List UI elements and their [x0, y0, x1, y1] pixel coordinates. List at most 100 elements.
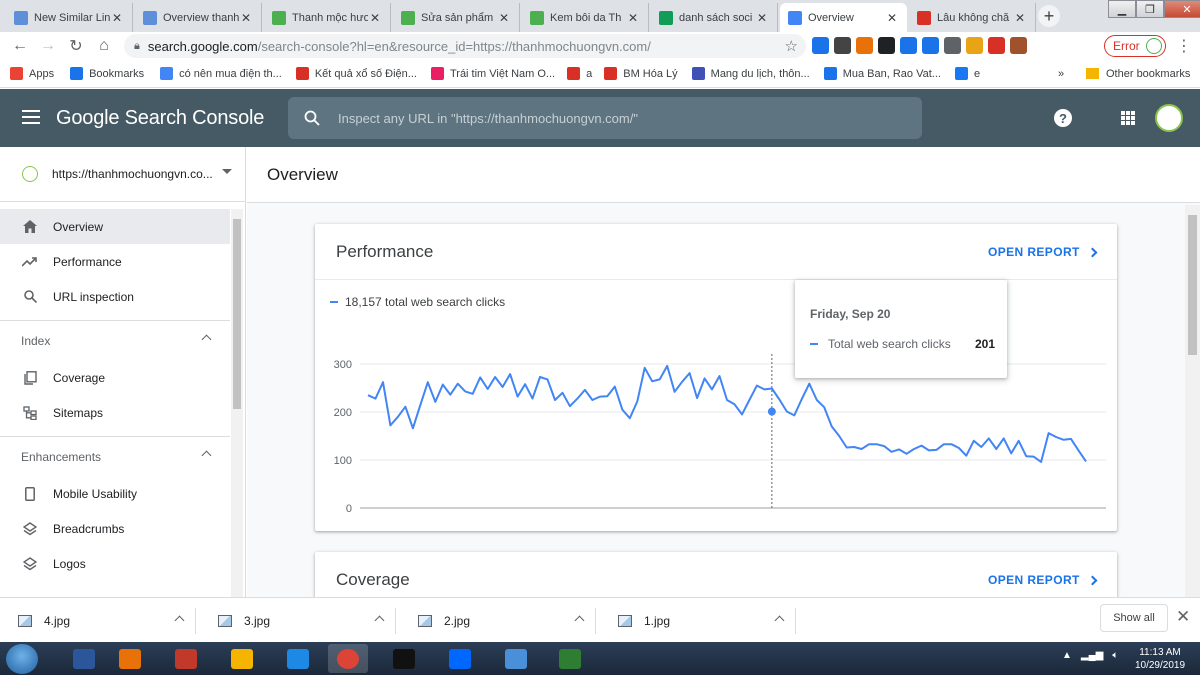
browser-tab[interactable]: New Similar Lin ✕: [6, 3, 133, 32]
tab-close-icon[interactable]: ✕: [110, 11, 124, 25]
tab-close-icon[interactable]: ✕: [368, 11, 382, 25]
download-item[interactable]: 4.jpg: [0, 608, 196, 634]
chrome-menu-icon[interactable]: ⋮: [1176, 36, 1192, 56]
url-inspect-input[interactable]: [338, 110, 898, 126]
new-tab-button[interactable]: +: [1038, 5, 1060, 27]
taskbar-app-icon[interactable]: [550, 644, 590, 673]
bookmark-item[interactable]: a: [567, 67, 592, 80]
open-report-link[interactable]: OPEN REPORT: [988, 573, 1098, 587]
taskbar-app-icon[interactable]: [110, 644, 150, 673]
sidebar-item-logos[interactable]: Logos: [0, 546, 230, 581]
taskbar-app-icon[interactable]: [384, 644, 424, 673]
sidebar-item-breadcrumbs[interactable]: Breadcrumbs: [0, 511, 230, 546]
address-bar[interactable]: 🔒︎ search.google.com /search-console?hl=…: [124, 34, 806, 58]
download-item[interactable]: 2.jpg: [400, 608, 596, 634]
extension-icon[interactable]: [988, 37, 1005, 54]
extension-icon[interactable]: [1010, 37, 1027, 54]
taskbar-app-icon[interactable]: [222, 644, 262, 673]
close-icon[interactable]: ✕: [1176, 607, 1190, 627]
browser-tab[interactable]: Lâu không chă ✕: [909, 3, 1036, 32]
tray-arrow-icon[interactable]: ▲: [1062, 650, 1072, 661]
taskbar-app-icon[interactable]: [328, 644, 368, 673]
extension-icon[interactable]: [922, 37, 939, 54]
bookmark-item[interactable]: Mua Ban, Rao Vat...: [823, 67, 941, 80]
sidebar-item-sitemaps[interactable]: Sitemaps: [0, 395, 230, 430]
system-clock[interactable]: 11:13 AM 10/29/2019: [1125, 646, 1195, 672]
tab-close-icon[interactable]: ✕: [755, 11, 769, 25]
sidebar-item-mobile-usability[interactable]: Mobile Usability: [0, 476, 230, 511]
sidebar-item-url-inspection[interactable]: URL inspection: [0, 279, 230, 314]
open-report-link[interactable]: OPEN REPORT: [988, 245, 1098, 259]
download-item[interactable]: 3.jpg: [200, 608, 396, 634]
chevron-up-icon[interactable]: [174, 615, 185, 626]
sidebar-scrollbar[interactable]: [231, 209, 243, 597]
url-inspect-search[interactable]: [288, 97, 922, 139]
chart-legend[interactable]: 18,157 total web search clicks: [330, 295, 505, 309]
download-item[interactable]: 1.jpg: [600, 608, 796, 634]
extension-icon[interactable]: [834, 37, 851, 54]
extension-icon[interactable]: [812, 37, 829, 54]
chevron-up-icon[interactable]: [374, 615, 385, 626]
taskbar-app-icon[interactable]: [496, 644, 536, 673]
browser-tab[interactable]: Sửa sản phẩm ✕: [393, 3, 520, 32]
taskbar-app-icon[interactable]: [278, 644, 318, 673]
extension-icon[interactable]: [966, 37, 983, 54]
bookmark-item[interactable]: BM Hóa Lý: [604, 67, 678, 80]
reload-icon[interactable]: ↻: [62, 36, 90, 56]
google-apps-icon[interactable]: [1121, 111, 1135, 125]
sidebar-item-label: Sitemaps: [53, 405, 104, 420]
sidebar-item-coverage[interactable]: Coverage: [0, 360, 230, 395]
extension-icon[interactable]: [944, 37, 961, 54]
home-icon[interactable]: ⌂: [90, 37, 118, 55]
network-icon[interactable]: ▂▄▆: [1081, 650, 1103, 661]
tab-close-icon[interactable]: ✕: [1013, 11, 1027, 25]
scrollbar-thumb[interactable]: [1188, 215, 1197, 355]
browser-tab[interactable]: Overview thanh ✕: [135, 3, 262, 32]
bookmark-item[interactable]: e: [954, 67, 980, 80]
minimize-icon[interactable]: ▁: [1108, 0, 1136, 18]
browser-tab[interactable]: Thanh mộc hươ ✕: [264, 3, 391, 32]
browser-tab[interactable]: Overview ✕: [780, 3, 907, 32]
close-window-icon[interactable]: ✕: [1164, 0, 1200, 18]
main-scrollbar[interactable]: [1185, 205, 1200, 597]
tab-close-icon[interactable]: ✕: [239, 11, 253, 25]
extension-icon[interactable]: [856, 37, 873, 54]
bookmark-item[interactable]: Kết quả xổ số Điện...: [295, 67, 417, 80]
sidebar-item-performance[interactable]: Performance: [0, 244, 230, 279]
back-arrow-icon[interactable]: ←: [6, 37, 34, 55]
property-selector[interactable]: https://thanhmochuongvn.co...: [0, 147, 245, 202]
browser-tab[interactable]: Kem bôi da Th ✕: [522, 3, 649, 32]
sidebar-item-overview[interactable]: Overview: [0, 209, 230, 244]
other-bookmarks[interactable]: Other bookmarks: [1086, 68, 1190, 80]
bookmark-item[interactable]: có nên mua điện th...: [160, 67, 282, 80]
bookmark-item[interactable]: Apps: [10, 67, 54, 80]
section-enhancements[interactable]: Enhancements: [0, 436, 230, 476]
volume-icon[interactable]: 🔈︎: [1112, 650, 1118, 661]
taskbar-app-icon[interactable]: [440, 644, 480, 673]
tab-close-icon[interactable]: ✕: [885, 11, 899, 25]
bookmarks-overflow-button[interactable]: »: [1058, 68, 1064, 80]
account-avatar[interactable]: [1155, 104, 1183, 132]
bookmark-item[interactable]: Mang du lịch, thôn...: [691, 67, 810, 80]
taskbar-app-icon[interactable]: [166, 644, 206, 673]
hamburger-menu-icon[interactable]: [22, 110, 40, 124]
bookmark-item[interactable]: Trái tim Việt Nam O...: [430, 67, 555, 80]
forward-arrow-icon[interactable]: →: [34, 37, 62, 55]
bookmark-item[interactable]: Bookmarks: [70, 67, 144, 80]
help-icon[interactable]: ?: [1054, 109, 1072, 127]
browser-tab[interactable]: danh sách soci ✕: [651, 3, 778, 32]
extension-icon[interactable]: [900, 37, 917, 54]
tab-close-icon[interactable]: ✕: [626, 11, 640, 25]
profile-error-button[interactable]: Error: [1104, 35, 1166, 57]
windows-start-button[interactable]: [6, 644, 38, 674]
chevron-up-icon[interactable]: [774, 615, 785, 626]
taskbar-app-icon[interactable]: [64, 644, 104, 673]
chevron-up-icon[interactable]: [574, 615, 585, 626]
bookmark-star-icon[interactable]: ☆: [785, 37, 798, 55]
show-all-button[interactable]: Show all: [1100, 604, 1168, 632]
section-index[interactable]: Index: [0, 320, 230, 360]
scrollbar-thumb[interactable]: [233, 219, 241, 409]
tab-close-icon[interactable]: ✕: [497, 11, 511, 25]
extension-icon[interactable]: [878, 37, 895, 54]
restore-icon[interactable]: ❐: [1136, 0, 1164, 18]
